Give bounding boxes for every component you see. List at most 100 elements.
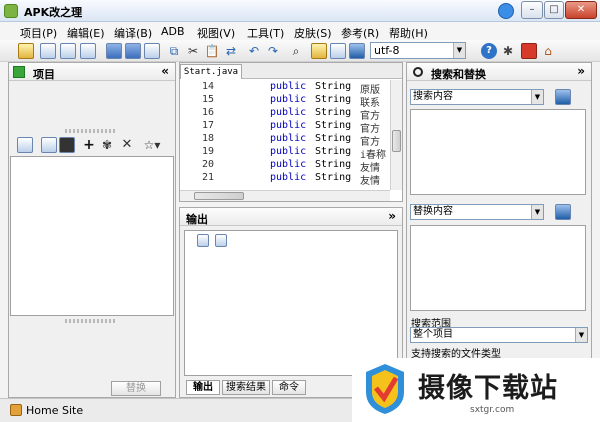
status-text[interactable]: Home Site [26,404,83,417]
encoding-select[interactable]: utf-8 ▼ [370,42,466,59]
editor-vertical-scrollbar[interactable] [390,80,402,190]
splitter-grip-bottom[interactable] [65,319,115,323]
project-panel-title: 项目 [33,68,55,81]
collapse-icon[interactable]: » [388,209,396,223]
install-icon[interactable] [349,43,365,59]
replace-button[interactable]: 替换 [111,381,161,396]
settings-icon[interactable]: ✾ [99,137,115,153]
new-file-icon[interactable] [40,43,56,59]
chevron-down-icon: ▼ [531,205,543,219]
title-bar: APK改之理 – □ ✕ [0,0,600,22]
save-icon[interactable] [106,43,122,59]
sign-icon[interactable] [330,43,346,59]
watermark-overlay: 摄像下载站 sxtgr.com [352,358,600,422]
output-panel-title: 输出 [186,213,208,226]
encoding-value: utf-8 [374,44,400,57]
menu-edit[interactable]: 编辑(E) [67,25,105,41]
chevron-down-icon: ▼ [531,90,543,104]
copy-log-icon[interactable] [215,234,227,247]
tab-search-results[interactable]: 搜索结果 [222,380,270,395]
project-panel-header: 项目 « [9,63,175,81]
close-button[interactable]: ✕ [565,1,597,19]
undo-icon[interactable]: ↶ [246,43,262,59]
collapse-icon[interactable]: « [161,64,169,78]
star-dropdown-icon[interactable]: ☆▾ [139,137,165,153]
open-folder-icon[interactable] [18,43,34,59]
menu-build[interactable]: 编译(B) [114,25,152,41]
search-content-select[interactable]: 搜索内容 ▼ [410,89,544,105]
project-panel: 项目 « + ✾ ✕ ☆▾ 替换 [8,62,176,398]
build-icon[interactable] [311,43,327,59]
replace-content-value: 替换内容 [413,206,453,217]
home-site-icon [10,404,22,416]
menu-view[interactable]: 视图(V) [197,25,235,41]
app-android-icon [4,4,18,18]
scope-select[interactable]: 整个项目 ▼ [410,327,588,343]
save-as-icon[interactable] [144,43,160,59]
toolbar: ⧉ ✂ 📋 ⇄ ↶ ↷ ⌕ utf-8 ▼ ? ✱ ⌂ [0,40,600,62]
menu-skin[interactable]: 皮肤(S) [294,25,332,41]
home-icon[interactable]: ⌂ [540,43,556,59]
menu-help[interactable]: 帮助(H) [389,25,428,41]
layout-icon[interactable] [80,43,96,59]
window-title: APK改之理 [24,6,83,19]
tab-command[interactable]: 命令 [272,380,306,395]
replace-content-select[interactable]: 替换内容 ▼ [410,204,544,220]
project-toolbar: + ✾ ✕ ☆▾ [9,135,175,155]
tree-icon[interactable] [41,137,57,153]
debug-icon[interactable]: ✱ [500,43,516,59]
exit-icon[interactable] [521,43,537,59]
scope-value: 整个项目 [413,329,453,340]
find-icon[interactable]: ⌕ [288,43,304,59]
scroll-thumb[interactable] [392,130,401,152]
search-content-value: 搜索内容 [413,91,453,102]
replace-options-icon[interactable] [555,204,571,220]
replace-text-area[interactable] [410,225,586,311]
minimize-button[interactable]: – [521,1,543,19]
replace-icon[interactable]: ⇄ [223,43,239,59]
file-icon[interactable] [17,137,33,153]
menu-bar: 项目(P) 编辑(E) 编译(B) ADB 视图(V) 工具(T) 皮肤(S) … [0,22,600,40]
editor-horizontal-scrollbar[interactable] [180,190,390,201]
chevron-down-icon: ▼ [453,43,465,58]
collapse-icon[interactable]: » [577,64,585,78]
skin-globe-icon[interactable] [498,3,514,19]
search-panel-header: 搜索和替换 » [407,63,591,81]
redo-icon[interactable]: ↷ [265,43,281,59]
editor-panel: Start.java 14 public String 原版 15 public Stri… [179,62,403,202]
cut-icon[interactable]: ✂ [185,43,201,59]
menu-adb[interactable]: ADB [161,25,185,38]
menu-tools[interactable]: 工具(T) [247,25,284,41]
menu-reference[interactable]: 参考(R) [341,25,379,41]
watermark-title: 摄像下载站 [418,373,558,404]
splitter-grip[interactable] [65,129,115,133]
clear-icon[interactable] [197,234,209,247]
search-panel-title: 搜索和替换 [431,68,486,81]
search-icon [413,67,423,77]
copy-icon[interactable]: ⧉ [166,43,182,59]
scroll-thumb[interactable] [194,192,244,200]
search-text-area[interactable] [410,109,586,195]
tab-start-java[interactable]: Start.java [180,64,242,79]
project-file-list[interactable] [10,156,174,316]
search-replace-panel: 搜索和替换 » 搜索内容 ▼ 替换内容 ▼ 搜索范围 整个项目 ▼ 支持搜索的文… [406,62,592,362]
output-panel-header: 输出 » [180,208,402,226]
project-tree-top [9,81,175,129]
editor-tabbar: Start.java [180,63,402,79]
maximize-button[interactable]: □ [544,1,564,19]
menu-project[interactable]: 项目(P) [20,25,57,41]
watermark-logo-icon [366,364,404,414]
search-options-icon[interactable] [555,89,571,105]
delete-icon[interactable]: ✕ [119,137,135,153]
project-icon [13,66,25,78]
chevron-down-icon: ▼ [575,328,587,342]
watermark-url: sxtgr.com [470,405,515,415]
reload-icon[interactable] [59,137,75,153]
save-all-icon[interactable] [125,43,141,59]
paste-icon[interactable]: 📋 [204,43,220,59]
window-icon[interactable] [60,43,76,59]
help-icon[interactable]: ? [481,43,497,59]
tab-output[interactable]: 输出 [186,380,220,395]
output-log[interactable] [184,230,398,376]
add-icon[interactable]: + [81,137,97,153]
